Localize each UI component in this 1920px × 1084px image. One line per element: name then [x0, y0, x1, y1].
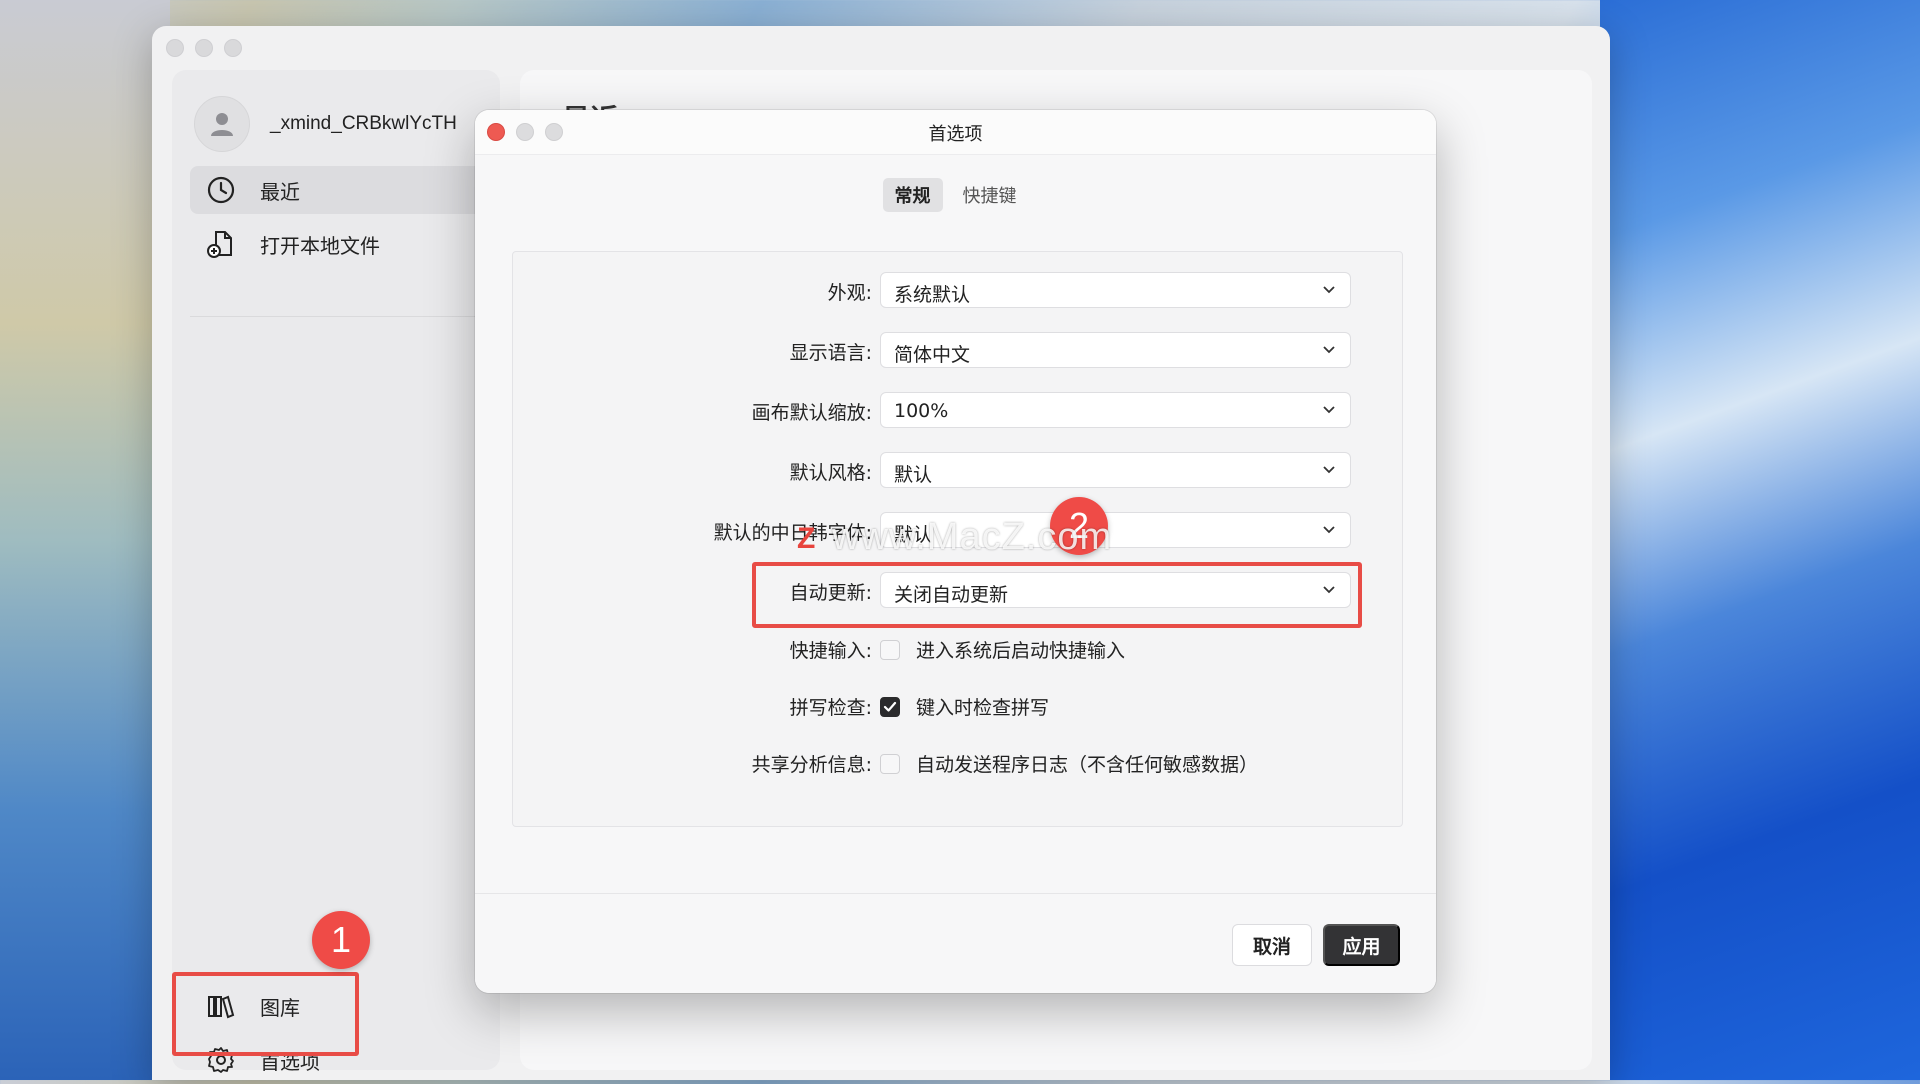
sidebar-item-label: 打开本地文件	[260, 233, 380, 258]
canvas-zoom-select[interactable]: 100%	[880, 392, 1351, 428]
language-select[interactable]: 简体中文	[880, 332, 1351, 368]
window-controls	[166, 39, 242, 57]
checkbox-label: 键入时检查拼写	[916, 697, 1050, 719]
chevron-down-icon	[1323, 346, 1335, 354]
setting-row-share-analytics: 共享分析信息: 自动发送程序日志（不含任何敏感数据）	[513, 742, 1402, 782]
setting-row-canvas-zoom: 画布默认缩放: 100%	[513, 390, 1402, 430]
user-icon	[211, 113, 233, 136]
sidebar-item-recent[interactable]: 最近	[190, 166, 490, 214]
setting-row-default-style: 默认风格: 默认	[513, 450, 1402, 490]
setting-row-quick-input: 快捷输入: 进入系统后启动快捷输入	[513, 628, 1402, 668]
desktop-wallpaper-right	[1600, 0, 1920, 1080]
sidebar-item-label: 最近	[260, 179, 300, 204]
account-name: _xmind_CRBkwlYcTH	[270, 113, 457, 134]
watermark-logo: Z	[797, 522, 816, 555]
apply-button[interactable]: 应用	[1323, 924, 1400, 966]
open-file-icon	[204, 227, 238, 261]
setting-label: 显示语言:	[789, 342, 872, 364]
setting-label: 快捷输入:	[789, 640, 872, 662]
select-value: 简体中文	[894, 344, 971, 366]
avatar[interactable]	[194, 96, 250, 152]
sidebar-divider	[190, 316, 490, 317]
share-analytics-checkbox[interactable]	[880, 754, 900, 774]
select-value: 系统默认	[894, 284, 971, 306]
highlight-box-auto-update	[752, 562, 1362, 628]
setting-label: 默认风格:	[789, 462, 872, 484]
tab-general[interactable]: 常规	[882, 178, 943, 212]
sidebar-item-open-local-file[interactable]: 打开本地文件	[190, 220, 490, 268]
desktop-wallpaper-left	[0, 0, 170, 1080]
checkbox-label: 自动发送程序日志（不含任何敏感数据）	[916, 754, 1259, 776]
preferences-tabs: 常规 快捷键	[475, 178, 1436, 212]
zoom-window-button[interactable]	[224, 39, 242, 57]
setting-label: 共享分析信息:	[751, 754, 872, 776]
highlight-box-preferences	[172, 972, 359, 1056]
setting-label: 拼写检查:	[789, 697, 872, 719]
dialog-title: 首选项	[928, 124, 983, 145]
chevron-down-icon	[1323, 466, 1335, 474]
setting-label: 外观:	[827, 282, 872, 304]
account-header[interactable]: _xmind_CRBkwlYcTH	[194, 96, 457, 152]
step-marker-1: 1	[312, 911, 370, 969]
quick-input-checkbox[interactable]	[880, 640, 900, 660]
dialog-titlebar: 首选项	[475, 110, 1436, 155]
default-style-select[interactable]: 默认	[880, 452, 1351, 488]
watermark-text: www.MacZ.com	[832, 516, 1113, 558]
spell-check-checkbox[interactable]	[880, 697, 900, 717]
dialog-footer: 取消 应用	[475, 893, 1436, 993]
chevron-down-icon	[1323, 286, 1335, 294]
chevron-down-icon	[1323, 526, 1335, 534]
close-window-button[interactable]	[166, 39, 184, 57]
setting-label: 画布默认缩放:	[751, 402, 872, 424]
tab-shortcuts[interactable]: 快捷键	[951, 178, 1029, 212]
minimize-window-button[interactable]	[195, 39, 213, 57]
setting-row-language: 显示语言: 简体中文	[513, 330, 1402, 370]
chevron-down-icon	[1323, 406, 1335, 414]
checkmark-icon	[883, 701, 897, 712]
cancel-button[interactable]: 取消	[1232, 924, 1312, 966]
checkbox-label: 进入系统后启动快捷输入	[916, 640, 1126, 662]
clock-icon	[204, 173, 238, 207]
setting-row-spell-check: 拼写检查: 键入时检查拼写	[513, 685, 1402, 725]
setting-row-appearance: 外观: 系统默认	[513, 270, 1402, 310]
select-value: 100%	[894, 400, 949, 422]
select-value: 默认	[894, 464, 933, 486]
appearance-select[interactable]: 系统默认	[880, 272, 1351, 308]
